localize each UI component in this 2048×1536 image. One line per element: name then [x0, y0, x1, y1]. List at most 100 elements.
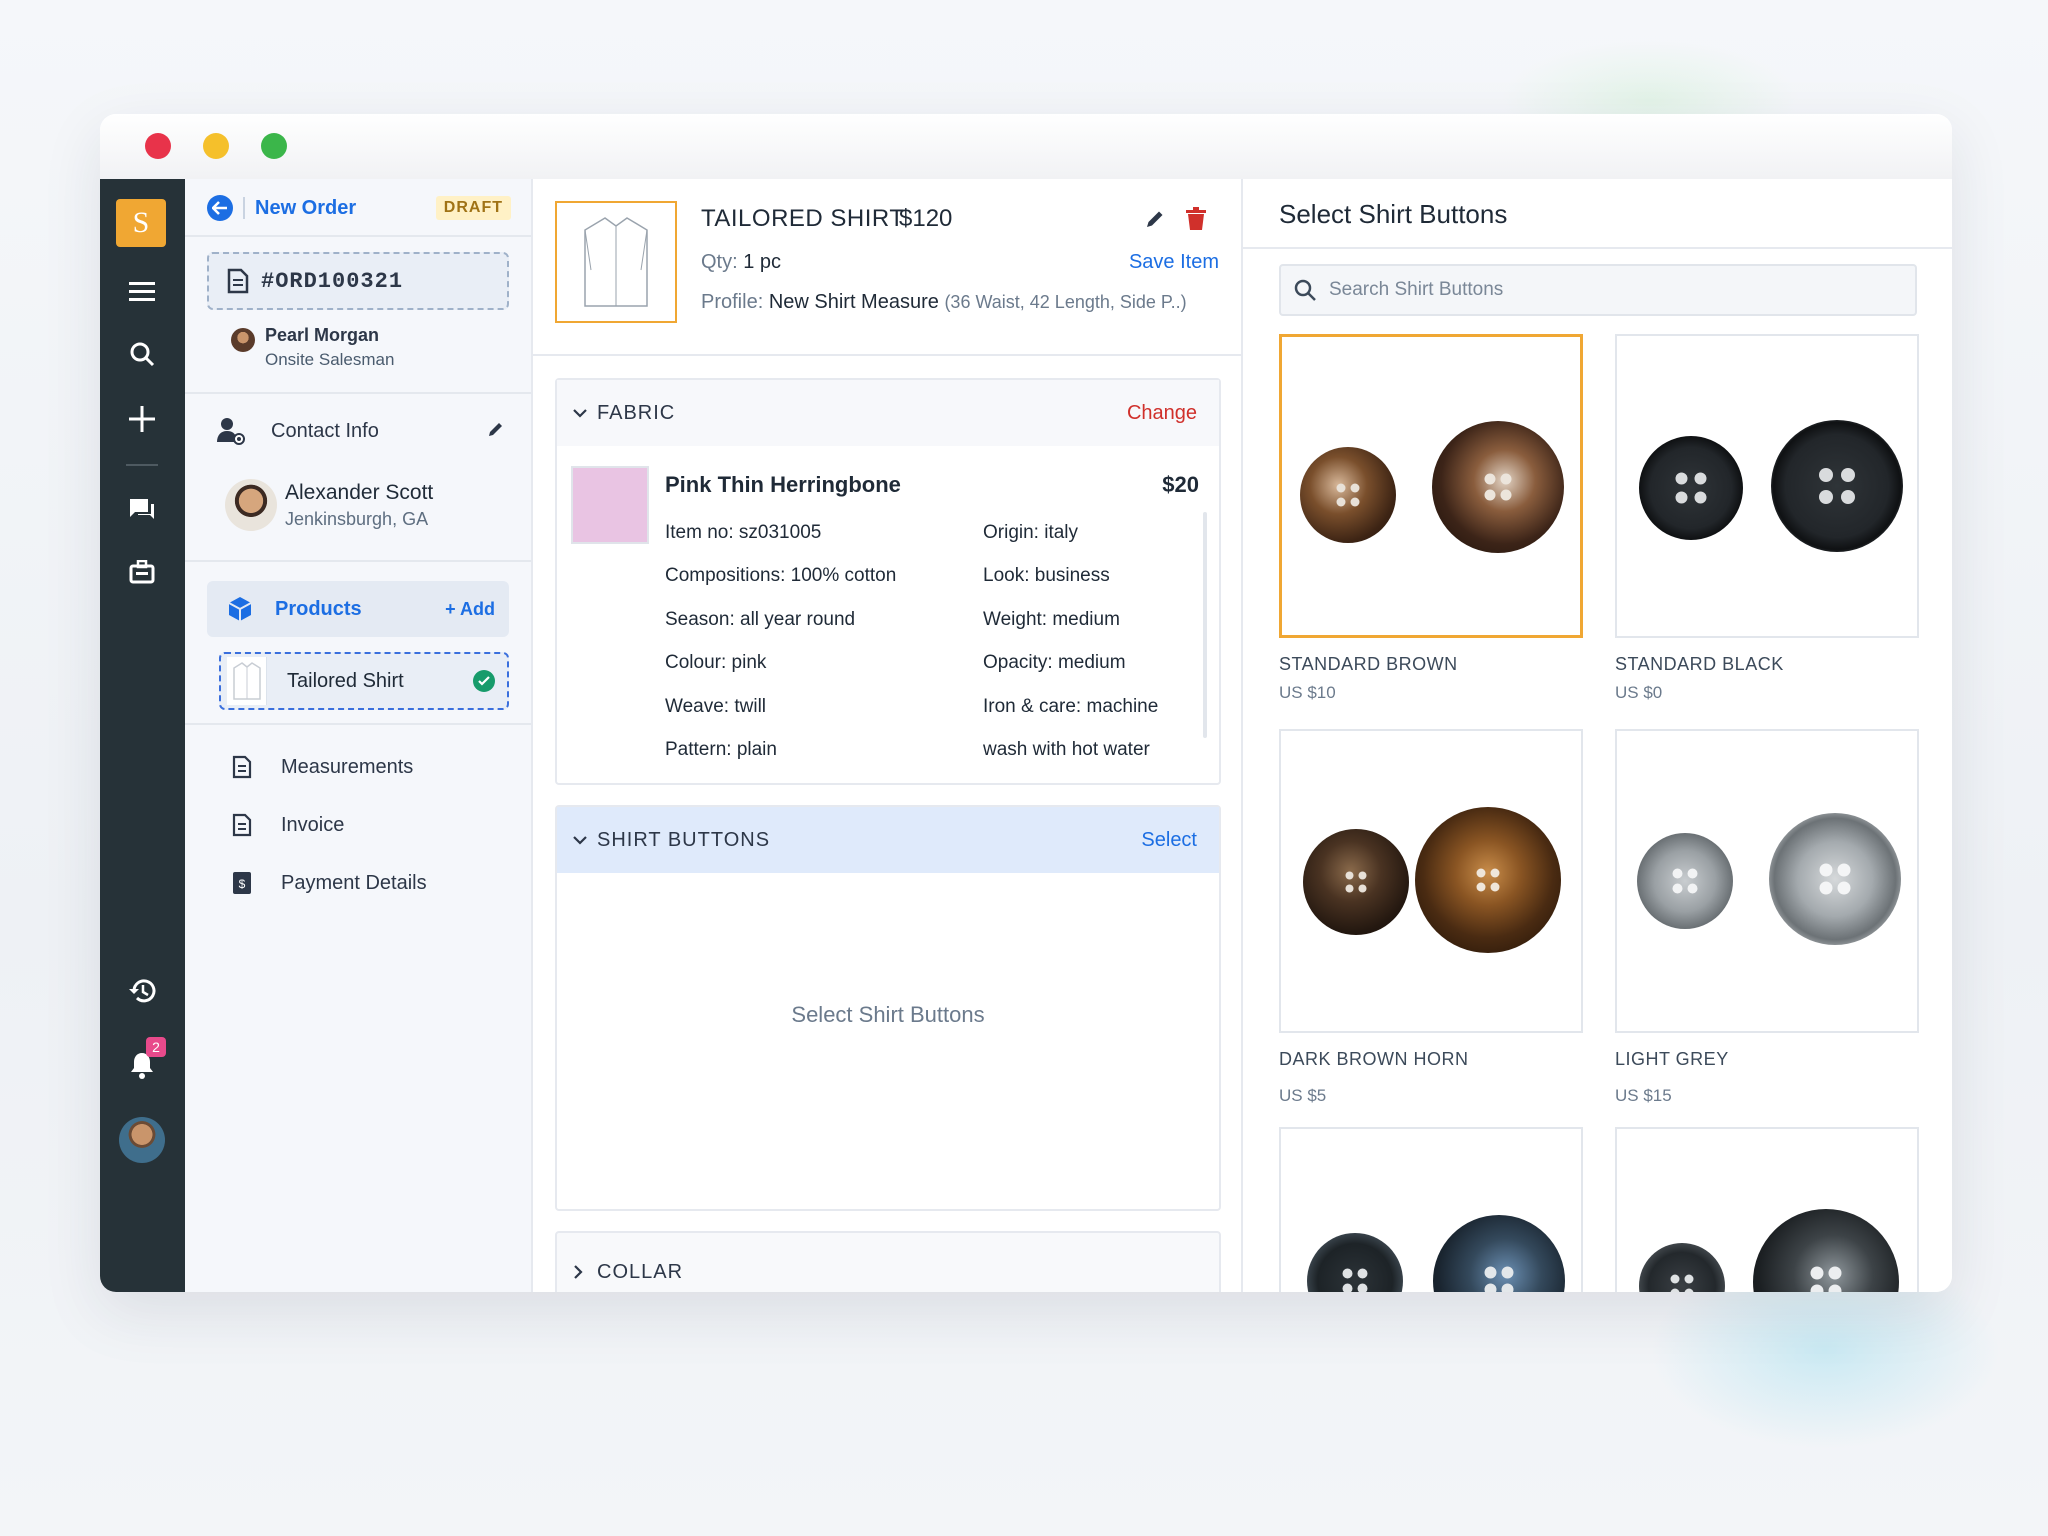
button-option-price: US $5 [1279, 1086, 1327, 1105]
button-option-image [1279, 729, 1583, 1033]
button-option-standard-brown[interactable]: STANDARD BROWN US $10 [1279, 334, 1583, 703]
button-option-price: US $10 [1279, 683, 1336, 702]
profile-row[interactable]: Profile: New Shirt Measure (36 Waist, 42… [701, 291, 1187, 314]
edit-product-pencil-icon[interactable] [1145, 209, 1165, 234]
collar-section: COLLAR [555, 1231, 1221, 1292]
search-icon[interactable] [122, 334, 162, 374]
invoice-label: Invoice [281, 813, 345, 836]
order-header: New Order DRAFT [207, 193, 511, 223]
edit-contact-pencil-icon[interactable] [487, 420, 505, 443]
button-option-image [1615, 334, 1919, 638]
fabric-section-header[interactable]: FABRIC Change [557, 380, 1219, 446]
window-titlebar [100, 114, 1952, 179]
qty-label: Qty: [701, 251, 738, 273]
qty-value: 1 pc [743, 251, 782, 273]
product-item-tailored-shirt[interactable]: Tailored Shirt [219, 652, 509, 710]
minimize-window-button[interactable] [203, 133, 229, 159]
fabric-section: FABRIC Change Pink Thin Herringbone $20 … [555, 378, 1221, 785]
fabric-swatch [571, 466, 649, 544]
chevron-down-icon [573, 836, 587, 845]
customer-location: Jenkinsburgh, GA [285, 508, 429, 529]
button-option-price: US $15 [1615, 1086, 1672, 1105]
fabric-attribute: Look: business [983, 565, 1110, 586]
user-avatar[interactable] [119, 1117, 165, 1163]
app-logo[interactable]: S [116, 199, 166, 247]
salesman-name: Pearl Morgan [265, 325, 380, 345]
fabric-name: Pink Thin Herringbone [665, 472, 901, 497]
close-window-button[interactable] [145, 133, 171, 159]
contact-info-label: Contact Info [271, 419, 379, 442]
button-option-standard-black[interactable]: STANDARD BLACK US $0 [1615, 334, 1919, 703]
bell-icon[interactable]: 2 [122, 1037, 166, 1085]
button-option-dark-brown-horn[interactable]: DARK BROWN HORN US $5 [1279, 729, 1583, 1106]
app-body: S 2 New Order DRAFT #ORD100321 Pearl Mor… [100, 179, 1952, 1292]
plus-icon[interactable] [122, 399, 162, 439]
briefcase-icon[interactable] [122, 552, 162, 592]
fabric-section-title: FABRIC [597, 401, 676, 424]
salesman-avatar [231, 328, 255, 352]
customer-name: Alexander Scott [285, 480, 434, 504]
sidebar-item-payment-details[interactable]: $ Payment Details [207, 863, 509, 903]
select-buttons-link[interactable]: Select [1141, 829, 1197, 852]
button-option-name: STANDARD BLACK [1615, 654, 1784, 674]
contact-info-row[interactable]: Contact Info [207, 411, 509, 451]
shirt-buttons-section-header[interactable]: SHIRT BUTTONS Select [557, 807, 1219, 873]
chat-icon[interactable] [122, 490, 162, 530]
button-option[interactable] [1279, 1127, 1583, 1292]
button-option-light-grey[interactable]: LIGHT GREY US $15 [1615, 729, 1919, 1106]
button-option-name: DARK BROWN HORN [1279, 1049, 1469, 1069]
fabric-attribute: Opacity: medium [983, 652, 1126, 673]
shirt-buttons-section: SHIRT BUTTONS Select Select Shirt Button… [555, 805, 1221, 1211]
maximize-window-button[interactable] [261, 133, 287, 159]
chevron-right-icon [574, 1265, 583, 1279]
order-number-box[interactable]: #ORD100321 [207, 252, 509, 310]
measurements-label: Measurements [281, 755, 414, 778]
customer-card[interactable]: Alexander Scott Jenkinsburgh, GA [225, 479, 433, 531]
back-arrow-icon[interactable] [207, 195, 233, 221]
fabric-attribute: Colour: pink [665, 652, 767, 673]
fabric-attribute: Compositions: 100% cotton [665, 565, 897, 586]
fabric-price: $20 [1162, 472, 1199, 497]
app-window: S 2 New Order DRAFT #ORD100321 Pearl Mor… [100, 114, 1952, 1292]
fabric-attribute: wash with hot water [983, 739, 1150, 760]
icon-rail: S 2 [100, 179, 185, 1292]
shirt-buttons-placeholder: Select Shirt Buttons [791, 1002, 985, 1027]
profile-label: Profile: [701, 291, 764, 313]
contact-user-icon [217, 416, 247, 446]
sidebar-item-measurements[interactable]: Measurements [207, 747, 509, 787]
status-badge: DRAFT [435, 196, 511, 220]
button-picker-panel: Select Shirt Buttons STANDARD BROWN US $… [1243, 179, 1952, 1292]
button-option-image [1615, 729, 1919, 1033]
products-row[interactable]: Products + Add [207, 581, 509, 637]
payment-icon: $ [227, 868, 257, 898]
invoice-icon [227, 810, 257, 840]
button-option-image [1279, 1127, 1583, 1292]
fabric-attribute: Weight: medium [983, 609, 1120, 630]
shirt-buttons-section-title: SHIRT BUTTONS [597, 828, 771, 851]
collar-section-header[interactable]: COLLAR [557, 1239, 1219, 1292]
add-product-button[interactable]: + Add [445, 599, 495, 620]
history-icon[interactable] [122, 971, 162, 1011]
fabric-attribute: Pattern: plain [665, 739, 777, 760]
button-option[interactable] [1615, 1127, 1919, 1292]
change-fabric-button[interactable]: Change [1127, 402, 1197, 425]
delete-trash-icon[interactable] [1185, 207, 1207, 236]
product-price: $120 [899, 205, 953, 232]
menu-icon[interactable] [122, 271, 162, 311]
search-icon [1294, 279, 1316, 301]
button-option-image [1615, 1127, 1919, 1292]
order-number: #ORD100321 [261, 268, 404, 294]
profile-value: New Shirt Measure [768, 291, 939, 313]
product-image [555, 201, 677, 323]
search-box[interactable] [1279, 264, 1917, 316]
product-detail-panel: TAILORED SHIRT $120 Qty: 1 pc Save Item … [533, 179, 1243, 1292]
chevron-down-icon [573, 409, 587, 418]
sidebar-item-invoice[interactable]: Invoice [207, 805, 509, 845]
save-item-button[interactable]: Save Item [1129, 251, 1219, 274]
fabric-attribute: Origin: italy [983, 522, 1079, 543]
order-title: New Order [255, 196, 357, 219]
fabric-attribute: Weave: twill [665, 696, 767, 717]
fabric-scrollbar[interactable] [1203, 512, 1207, 738]
search-input[interactable] [1329, 279, 1889, 301]
collar-section-title: COLLAR [597, 1260, 684, 1283]
